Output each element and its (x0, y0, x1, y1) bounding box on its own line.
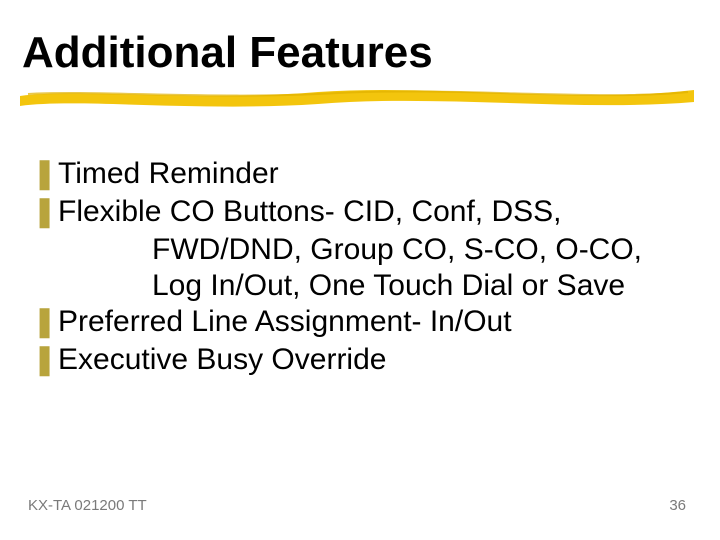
slide: Additional Features ❚ Timed Reminder ❚ F… (0, 0, 720, 540)
list-item-text: Executive Busy Override (58, 342, 386, 378)
list-item: ❚ Timed Reminder (32, 156, 680, 192)
list-item-text: Preferred Line Assignment- In/Out (58, 304, 512, 340)
title-underline (22, 82, 698, 104)
bullet-icon: ❚ (32, 156, 58, 192)
list-item: ❚ Flexible CO Buttons- CID, Conf, DSS, (32, 194, 680, 230)
bullet-icon: ❚ (32, 342, 58, 378)
list-item-continuation: Log In/Out, One Touch Dial or Save (152, 268, 680, 304)
list-item-continuation: FWD/DND, Group CO, S-CO, O-CO, (152, 232, 680, 268)
bullet-icon: ❚ (32, 304, 58, 340)
page-number: 36 (669, 497, 686, 514)
list-item-text: Flexible CO Buttons- CID, Conf, DSS, (58, 194, 562, 230)
footer-left: KX-TA 021200 TT (28, 497, 147, 514)
slide-title: Additional Features (22, 28, 698, 78)
brushstroke-icon (18, 82, 698, 110)
bullet-icon: ❚ (32, 194, 58, 230)
slide-body: ❚ Timed Reminder ❚ Flexible CO Buttons- … (32, 156, 680, 380)
list-item: ❚ Executive Busy Override (32, 342, 680, 378)
list-item-text: Timed Reminder (58, 156, 279, 192)
title-area: Additional Features (22, 28, 698, 104)
list-item: ❚ Preferred Line Assignment- In/Out (32, 304, 680, 340)
